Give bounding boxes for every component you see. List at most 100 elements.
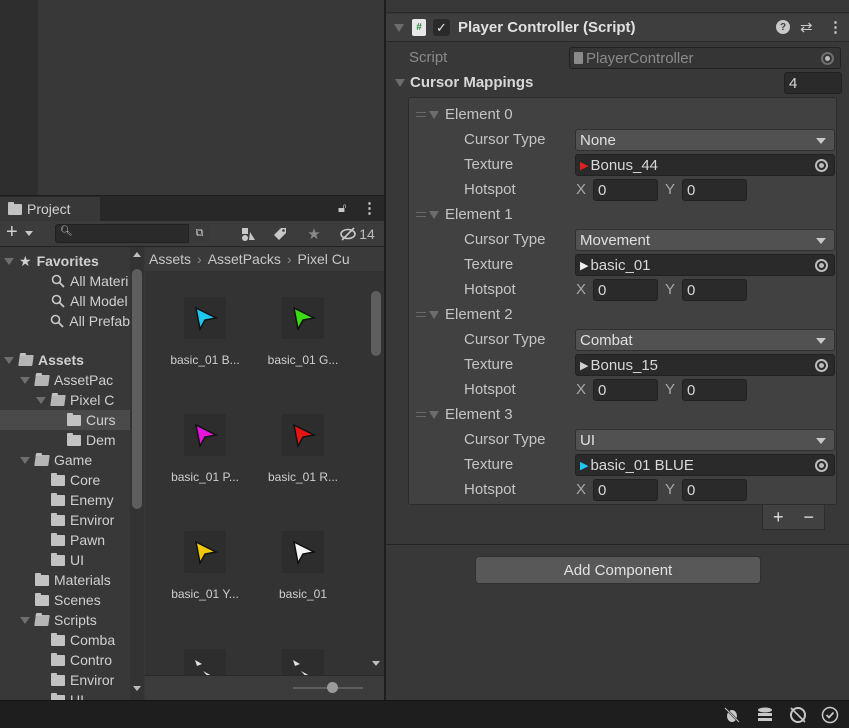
asset-item[interactable]: basic_01	[253, 531, 353, 601]
tree-item[interactable]: Pixel C	[0, 390, 130, 410]
lock-icon[interactable]: 🔓︎	[338, 200, 346, 216]
tree-item[interactable]: Scenes	[0, 590, 130, 610]
collapse-arrow-icon[interactable]	[429, 411, 439, 419]
element-name[interactable]: Element 3	[445, 406, 513, 423]
object-picker-icon[interactable]	[815, 259, 828, 272]
component-menu-icon[interactable]: ⋮	[828, 18, 843, 36]
tree-item[interactable]: AssetPac	[0, 370, 130, 390]
scroll-up-icon[interactable]	[133, 252, 141, 257]
expand-arrow-icon[interactable]	[20, 616, 30, 624]
asset-item[interactable]	[253, 649, 353, 675]
component-header[interactable]: # ✓ Player Controller (Script) ? ⇄ ⋮	[386, 14, 849, 42]
hotspot-y-field[interactable]: 0	[682, 379, 747, 401]
hotspot-y-field[interactable]: 0	[682, 479, 747, 501]
cursor-mappings-label[interactable]: Cursor Mappings	[410, 74, 533, 91]
asset-item[interactable]: basic_01 P...	[155, 414, 255, 484]
filter-by-label-icon[interactable]	[268, 224, 292, 244]
tree-item[interactable]: Contro	[0, 650, 130, 670]
tree-item[interactable]: All Materi	[0, 271, 130, 291]
texture-field[interactable]: ▶ Bonus_15	[575, 354, 835, 376]
create-dropdown-icon[interactable]	[25, 231, 33, 236]
breadcrumb-item[interactable]: AssetPacks	[208, 251, 281, 267]
collapse-arrow-icon[interactable]	[394, 23, 404, 32]
drag-handle-icon[interactable]	[416, 212, 426, 217]
hotspot-x-field[interactable]: 0	[593, 179, 658, 201]
breadcrumb-item[interactable]: Pixel Cu	[298, 251, 350, 267]
hotspot-x-field[interactable]: 0	[593, 379, 658, 401]
tree-item[interactable]: Pawn	[0, 530, 130, 550]
kebab-menu-icon[interactable]: ⋮	[362, 199, 377, 217]
hotspot-y-field[interactable]: 0	[682, 279, 747, 301]
tree-item[interactable]: Materials	[0, 570, 130, 590]
collapse-arrow-icon[interactable]	[395, 79, 405, 87]
tree-item[interactable]: Enviror	[0, 510, 130, 530]
cursor-type-dropdown[interactable]: Combat	[575, 329, 835, 351]
asset-item[interactable]: basic_01 B...	[155, 297, 255, 367]
cache-server-icon[interactable]	[755, 705, 775, 725]
tree-item[interactable]: Enviror	[0, 670, 130, 690]
tree-item[interactable]: Scripts	[0, 610, 130, 630]
expand-arrow-icon[interactable]	[36, 396, 46, 404]
asset-item[interactable]: basic_01 G...	[253, 297, 353, 367]
scroll-down-icon[interactable]	[133, 686, 141, 691]
texture-field[interactable]: ▶ basic_01	[575, 254, 835, 276]
object-picker-icon[interactable]	[815, 159, 828, 172]
tree-item[interactable]: Game	[0, 450, 130, 470]
debug-bug-icon[interactable]	[722, 705, 742, 725]
help-icon[interactable]: ?	[776, 20, 790, 34]
expand-arrow-icon[interactable]	[20, 456, 30, 464]
drag-handle-icon[interactable]	[416, 312, 426, 317]
tree-item[interactable]: UI	[0, 550, 130, 570]
presets-icon[interactable]: ⇄	[800, 18, 813, 36]
cursor-type-dropdown[interactable]: Movement	[575, 229, 835, 251]
add-component-button[interactable]: Add Component	[475, 556, 761, 584]
asset-item[interactable]: basic_01 Y...	[155, 531, 255, 601]
breadcrumb-item[interactable]: Assets	[149, 251, 191, 267]
enabled-checkbox[interactable]: ✓	[433, 19, 450, 36]
element-name[interactable]: Element 0	[445, 106, 513, 123]
texture-field[interactable]: ▶ Bonus_44	[575, 154, 835, 176]
tree-item[interactable]: Curs	[0, 410, 130, 430]
hotspot-y-field[interactable]: 0	[682, 179, 747, 201]
auto-generate-lighting-off-icon[interactable]	[788, 705, 808, 725]
tree-item[interactable]: Core	[0, 470, 130, 490]
tree-item[interactable]: Assets	[0, 350, 130, 370]
list-size-field[interactable]: 4	[784, 72, 842, 94]
tree-item[interactable]: Dem	[0, 430, 130, 450]
hotspot-x-field[interactable]: 0	[593, 279, 658, 301]
hidden-packages-toggle[interactable]: 14	[334, 224, 380, 244]
tree-scrollbar-thumb[interactable]	[132, 269, 142, 509]
favorite-star-icon[interactable]: ★	[302, 224, 326, 244]
expand-arrow-icon[interactable]	[20, 376, 30, 384]
tree-item[interactable]: ★ Favorites	[0, 251, 130, 271]
cursor-type-dropdown[interactable]: UI	[575, 429, 835, 451]
asset-item[interactable]	[155, 649, 255, 675]
create-plus-icon[interactable]: +	[6, 221, 18, 244]
grid-scrollbar-thumb[interactable]	[371, 291, 381, 356]
expand-arrow-icon[interactable]	[4, 257, 14, 265]
filter-by-type-icon[interactable]	[236, 224, 260, 244]
asset-item[interactable]: basic_01 R...	[253, 414, 353, 484]
drag-handle-icon[interactable]	[416, 112, 426, 117]
cursor-type-dropdown[interactable]: None	[575, 129, 835, 151]
tree-item[interactable]: Enemy	[0, 490, 130, 510]
element-name[interactable]: Element 1	[445, 206, 513, 223]
tree-item[interactable]: Comba	[0, 630, 130, 650]
tab-project[interactable]: Project	[0, 197, 100, 221]
search-input[interactable]: 🔍︎ ⧉	[55, 224, 210, 243]
element-name[interactable]: Element 2	[445, 306, 513, 323]
scroll-down-icon[interactable]	[372, 661, 380, 666]
search-popout-icon[interactable]: ⧉	[188, 224, 210, 243]
texture-field[interactable]: ▶ basic_01 BLUE	[575, 454, 835, 476]
remove-element-button[interactable]: −	[803, 507, 814, 528]
expand-arrow-icon[interactable]	[4, 356, 14, 364]
object-picker-icon[interactable]	[815, 359, 828, 372]
tree-item[interactable]: All Model	[0, 291, 130, 311]
tree-item[interactable]: All Prefab	[0, 311, 130, 331]
object-picker-icon[interactable]	[815, 459, 828, 472]
hotspot-x-field[interactable]: 0	[593, 479, 658, 501]
collapse-arrow-icon[interactable]	[429, 311, 439, 319]
add-element-button[interactable]: +	[773, 507, 784, 528]
grid-scrollbar[interactable]	[369, 271, 383, 675]
progress-complete-icon[interactable]	[820, 705, 840, 725]
